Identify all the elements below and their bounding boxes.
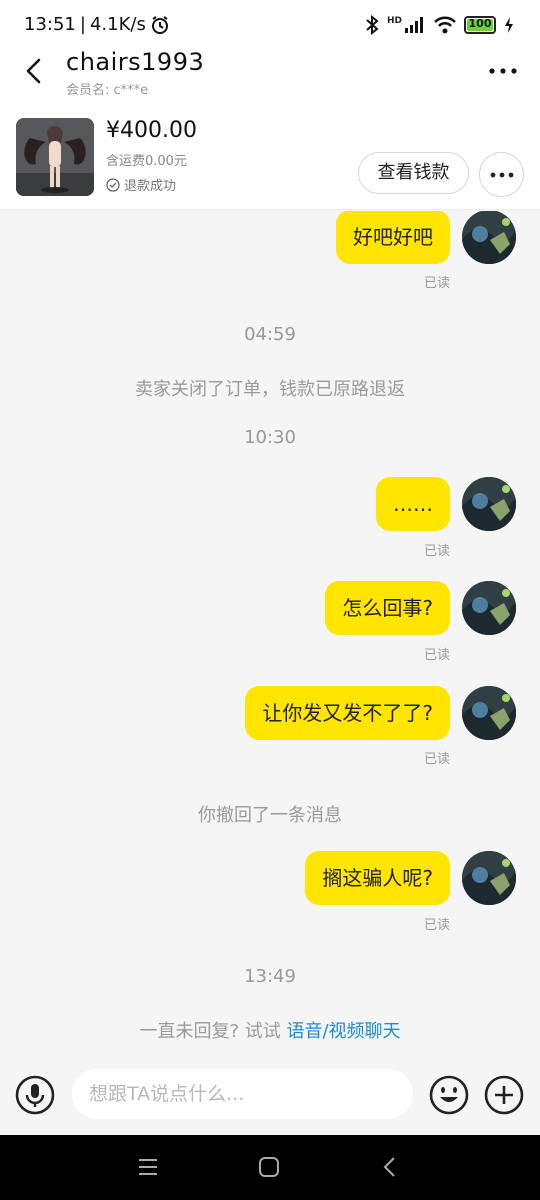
battery-level: 100 [468, 17, 492, 30]
message-bubble[interactable]: 怎么回事? [325, 581, 450, 635]
recall-notice: 你撤回了一条消息 [198, 805, 342, 826]
timestamp: 10:30 [244, 427, 296, 448]
menu-icon[interactable] [136, 1155, 160, 1179]
charging-icon [505, 17, 513, 33]
page-title: chairs1993 [66, 48, 205, 76]
mic-icon[interactable] [15, 1075, 55, 1115]
message-bubble[interactable]: 好吧好吧 [336, 211, 450, 264]
read-status: 已读 [423, 544, 450, 559]
signal-icon [405, 17, 423, 33]
product-card: ¥400.00 含运费0.00元 退款成功 查看钱款 [0, 104, 540, 210]
avatar[interactable] [462, 477, 516, 531]
refund-status-text: 退款成功 [124, 179, 177, 194]
status-bar: 13:51 | 4.1K/s HD 100 [0, 0, 540, 48]
alarm-icon [151, 15, 168, 34]
view-payment-button[interactable]: 查看钱款 [358, 152, 469, 194]
avatar[interactable] [462, 686, 516, 740]
message-bubble[interactable]: 搁这骗人呢? [305, 851, 450, 905]
home-icon[interactable] [257, 1155, 281, 1179]
hd-badge: HD [386, 16, 402, 26]
more-icon[interactable] [488, 61, 518, 81]
voice-video-link[interactable]: 语音/视频聊天 [286, 1021, 400, 1042]
message-input[interactable] [72, 1069, 413, 1119]
timestamp: 04:59 [244, 324, 296, 345]
status-right: HD 100 [365, 15, 514, 35]
avatar[interactable] [462, 851, 516, 905]
read-status: 已读 [423, 752, 450, 767]
status-left: 13:51 | 4.1K/s [24, 14, 170, 35]
member-name: 会员名: c***e [66, 83, 149, 98]
nav-back-icon[interactable] [379, 1155, 403, 1179]
refund-status: 退款成功 [106, 175, 176, 194]
chat-header: chairs1993 会员名: c***e [0, 48, 540, 104]
status-time: 13:51 [24, 14, 76, 35]
product-thumbnail[interactable] [16, 118, 94, 196]
network-speed: 4.1K/s [89, 14, 146, 35]
emoji-icon[interactable] [429, 1075, 469, 1115]
read-status: 已读 [423, 276, 450, 291]
more-icon [490, 172, 514, 178]
call-hint: 一直未回复? 试试 语音/视频聊天 [0, 1017, 540, 1043]
message-bubble[interactable]: 让你发又发不了了? [245, 686, 450, 740]
message-bubble[interactable]: …… [376, 477, 450, 531]
status-divider: | [79, 14, 86, 35]
product-price: ¥400.00 [106, 118, 197, 143]
call-hint-text: 一直未回复? 试试 [139, 1021, 287, 1042]
product-image [16, 118, 94, 196]
read-status: 已读 [423, 918, 450, 933]
chat-messages[interactable]: 好吧好吧 已读 04:59 卖家关闭了订单，钱款已原路退返 10:30 …… 已… [0, 211, 540, 1060]
system-message: 卖家关闭了订单，钱款已原路退返 [135, 379, 405, 400]
battery-indicator: 100 [464, 16, 496, 34]
product-more-button[interactable] [479, 152, 524, 197]
input-bar [0, 1060, 540, 1135]
timestamp: 13:49 [244, 966, 296, 987]
back-icon[interactable] [20, 56, 50, 86]
bluetooth-icon [366, 15, 379, 35]
system-nav-bar [0, 1135, 540, 1200]
check-circle-icon [106, 177, 120, 192]
read-status: 已读 [423, 648, 450, 663]
shipping-info: 含运费0.00元 [106, 154, 187, 169]
avatar[interactable] [462, 581, 516, 635]
wifi-icon [434, 16, 456, 34]
plus-icon[interactable] [484, 1075, 524, 1115]
avatar[interactable] [462, 211, 516, 264]
